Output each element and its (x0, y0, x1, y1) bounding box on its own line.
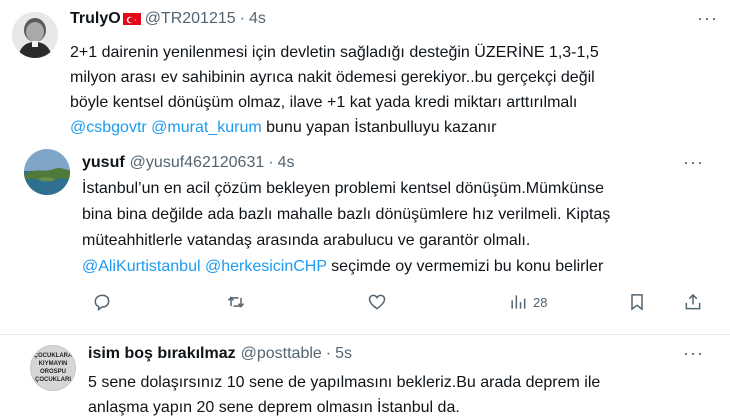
avatar-text: KIYMAYIN (38, 361, 68, 367)
tweet-text-line: @AliKurtistanbul @herkesicinCHP seçimde … (82, 255, 603, 279)
avatar-text: ÇOCUKLARA (33, 353, 73, 359)
repost-icon (227, 296, 245, 308)
share-icon (685, 293, 701, 310)
more-options-button[interactable]: ··· (697, 8, 718, 29)
mention-link[interactable]: @murat_kurum (151, 119, 262, 136)
tweet-text-line: @csbgovtr @murat_kurum bunu yapan İstanb… (70, 116, 497, 140)
timestamp[interactable]: 4s (249, 10, 266, 28)
separator-dot: · (239, 10, 245, 27)
landscape-icon (24, 149, 70, 195)
avatar-tweet-2[interactable] (24, 149, 70, 195)
portrait-icon (12, 12, 58, 58)
handle[interactable]: @posttable (241, 345, 322, 363)
tweet-text-line: milyon arası ev sahibinin ayrıca nakit ö… (70, 69, 595, 86)
tweet-text-line: 5 sene dolaşırsınız 10 sene de yapılması… (88, 374, 601, 391)
separator-dot: · (325, 345, 332, 362)
display-name[interactable]: isim boş bırakılmaz (88, 345, 236, 363)
tweet-3[interactable]: ÇOCUKLARA KIYMAYIN OROSPU ÇOCUKLARI isim… (0, 335, 730, 420)
bookmark-icon (631, 294, 643, 311)
repost-button[interactable] (226, 292, 246, 312)
mention-link[interactable]: @AliKurtistanbul (82, 258, 201, 275)
tweet-text-line: müteahhitlerle vatandaş arasında arabulu… (82, 232, 531, 249)
heart-icon (368, 294, 386, 310)
bookmark-button[interactable] (627, 292, 647, 312)
tweet-text-line: bina bina değilde ada bazlı mahalle bazl… (82, 206, 611, 223)
handle[interactable]: @yusuf462120631 (130, 154, 265, 172)
tweet-text: seçimde oy vermemizi bu konu belirler (326, 258, 604, 275)
tweet-actions: 28 (0, 290, 730, 314)
handle[interactable]: @TR201215 (145, 10, 236, 28)
avatar-text: ÇOCUKLARI (35, 377, 71, 383)
like-button[interactable] (367, 292, 387, 312)
tweet-text-line: anlaşma yapın 20 sene deprem olmasın İst… (88, 399, 460, 416)
tweet-text-line: 2+1 dairenin yenilenmesi için devletin s… (70, 44, 599, 61)
views-button[interactable]: 28 (508, 292, 547, 312)
avatar-tweet-1[interactable] (12, 12, 58, 58)
mention-link[interactable]: @herkesicinCHP (205, 258, 327, 275)
reply-icon (94, 294, 110, 311)
share-button[interactable] (683, 292, 703, 312)
display-name[interactable]: yusuf (82, 154, 125, 172)
more-options-button[interactable]: ··· (683, 343, 704, 364)
reply-button[interactable] (92, 292, 112, 312)
timestamp[interactable]: 5s (335, 345, 352, 363)
tweet-1[interactable]: TrulyO @TR201215 · 4s ··· 2+1 dairenin y… (0, 0, 730, 150)
turkey-flag-icon (122, 13, 141, 25)
avatar-text: OROSPU (39, 369, 66, 375)
view-count: 28 (533, 294, 548, 310)
separator-dot: · (268, 154, 274, 171)
timestamp[interactable]: 4s (278, 154, 295, 172)
tweet-text-line: İstanbul’un en acil çözüm bekleyen probl… (82, 180, 605, 197)
tweet-text-line: böyle kentsel dönüşüm olmaz, ilave +1 ka… (70, 94, 578, 111)
tweet-text: bunu yapan İstanbulluyu kazanır (261, 119, 497, 136)
more-options-button[interactable]: ··· (683, 152, 704, 173)
mention-link[interactable]: @csbgovtr (70, 119, 147, 136)
display-name[interactable]: TrulyO (70, 10, 121, 28)
avatar-tweet-3[interactable]: ÇOCUKLARA KIYMAYIN OROSPU ÇOCUKLARI (30, 345, 76, 391)
analytics-icon (511, 295, 526, 309)
